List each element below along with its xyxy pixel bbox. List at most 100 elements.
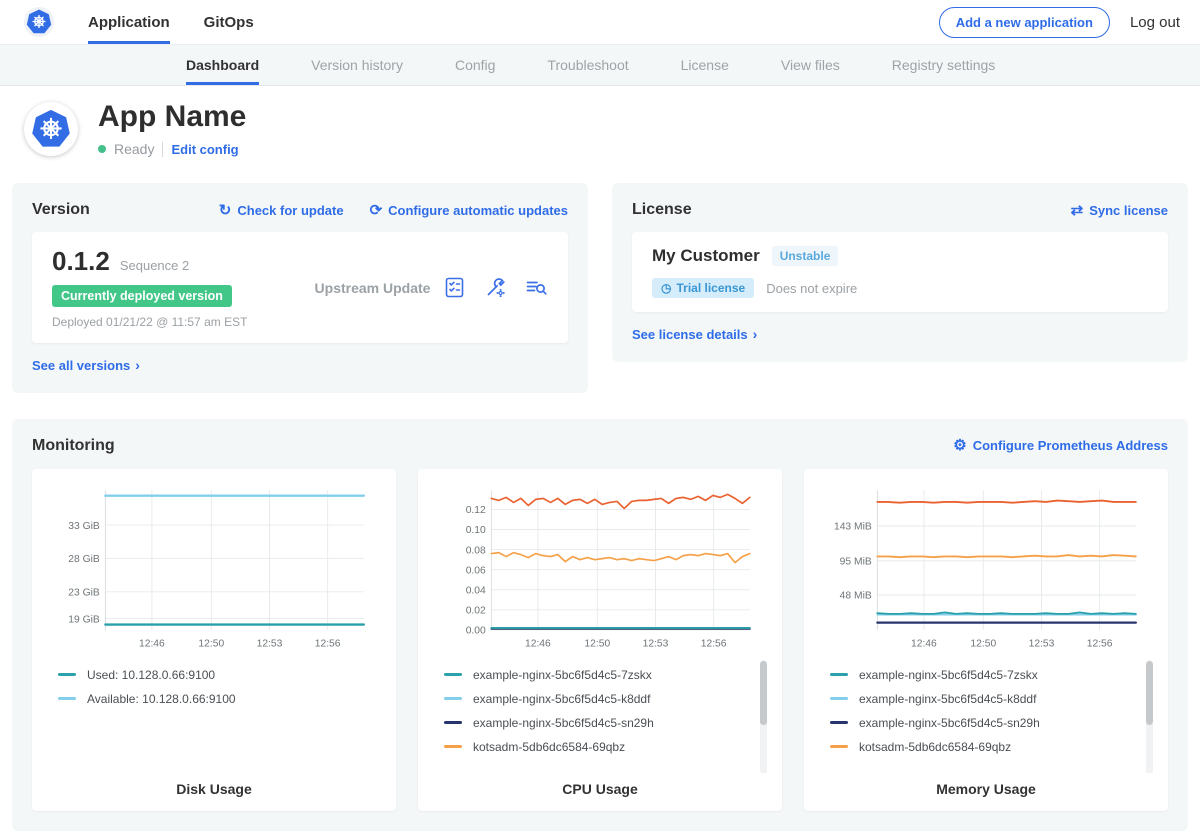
- current-version-card: 0.1.2 Sequence 2 Currently deployed vers…: [32, 232, 568, 343]
- app-avatar: [24, 102, 78, 156]
- sub-nav-tab-dashboard[interactable]: Dashboard: [186, 45, 259, 85]
- chart-title: Memory Usage: [816, 773, 1156, 811]
- legend-label: example-nginx-5bc6f5d4c5-sn29h: [859, 716, 1040, 730]
- legend-item: Available: 10.128.0.66:9100: [58, 692, 384, 706]
- see-all-versions-label: See all versions: [32, 358, 130, 373]
- status-badge: Ready: [114, 141, 154, 157]
- svg-text:33 GiB: 33 GiB: [68, 520, 100, 531]
- svg-text:12:56: 12:56: [1087, 638, 1113, 649]
- sync-license-link[interactable]: ⇄ Sync license: [1071, 203, 1168, 218]
- sub-nav: Dashboard Version history Config Troublesho…: [0, 44, 1200, 86]
- gear-icon: ⚙: [953, 438, 966, 453]
- legend-scrollbar-thumb[interactable]: [1146, 661, 1153, 725]
- legend-scrollbar[interactable]: [1146, 660, 1153, 773]
- preflight-checklist-icon[interactable]: [443, 276, 466, 299]
- svg-text:12:50: 12:50: [970, 638, 996, 649]
- refresh-icon: ↻: [219, 203, 232, 218]
- chevron-right-icon: ›: [753, 326, 758, 342]
- see-license-details-label: See license details: [632, 327, 748, 342]
- configure-prometheus-label: Configure Prometheus Address: [973, 438, 1168, 453]
- view-logs-icon[interactable]: [525, 276, 548, 299]
- trial-license-label: Trial license: [676, 281, 745, 295]
- svg-text:12:56: 12:56: [315, 638, 341, 649]
- svg-text:0.04: 0.04: [466, 585, 486, 596]
- configure-auto-updates-label: Configure automatic updates: [388, 203, 568, 218]
- version-panel: Version ↻ Check for update ⟳ Configure a…: [12, 183, 588, 393]
- trial-license-badge: ◷ Trial license: [652, 278, 754, 298]
- kubernetes-app-icon: [29, 107, 73, 151]
- legend-item: example-nginx-5bc6f5d4c5-7zskx: [830, 668, 1156, 682]
- legend-scrollbar-thumb[interactable]: [760, 661, 767, 725]
- legend-swatch-icon: [830, 745, 848, 748]
- add-application-button[interactable]: Add a new application: [939, 7, 1110, 38]
- edit-config-link[interactable]: Edit config: [171, 142, 238, 157]
- top-nav-tabs: Application GitOps: [88, 0, 288, 44]
- legend-swatch-icon: [58, 697, 76, 700]
- logout-button[interactable]: Log out: [1130, 14, 1180, 31]
- svg-text:28 GiB: 28 GiB: [68, 554, 100, 565]
- svg-text:12:46: 12:46: [911, 638, 937, 649]
- sub-nav-tab-license[interactable]: License: [681, 45, 729, 85]
- memory-usage-chart: 12:4612:5012:5312:5648 MiB95 MiB143 MiB: [816, 481, 1156, 654]
- configure-prometheus-link[interactable]: ⚙ Configure Prometheus Address: [953, 438, 1168, 453]
- configure-auto-updates-link[interactable]: ⟳ Configure automatic updates: [370, 203, 568, 218]
- divider: [162, 142, 163, 157]
- monitoring-heading: Monitoring: [32, 437, 115, 455]
- clock-refresh-icon: ⟳: [370, 203, 383, 218]
- legend-label: kotsadm-5db6dc6584-69qbz: [473, 740, 625, 754]
- sub-nav-tab-view-files[interactable]: View files: [781, 45, 840, 85]
- legend-item: kotsadm-5db6dc6584-69qbz: [830, 740, 1156, 754]
- svg-text:0.02: 0.02: [466, 605, 486, 616]
- sub-nav-tab-config[interactable]: Config: [455, 45, 495, 85]
- legend-label: example-nginx-5bc6f5d4c5-sn29h: [473, 716, 654, 730]
- legend-item: example-nginx-5bc6f5d4c5-sn29h: [444, 716, 770, 730]
- memory-usage-card: 12:4612:5012:5312:5648 MiB95 MiB143 MiB …: [804, 469, 1168, 811]
- svg-text:12:46: 12:46: [525, 638, 551, 649]
- sequence-label: Sequence 2: [120, 258, 189, 273]
- legend-label: example-nginx-5bc6f5d4c5-k8ddf: [473, 692, 650, 706]
- see-license-details-link[interactable]: See license details ›: [632, 326, 757, 342]
- svg-text:23 GiB: 23 GiB: [68, 587, 100, 598]
- config-wrench-icon[interactable]: [484, 276, 507, 299]
- deployed-badge: Currently deployed version: [52, 285, 232, 307]
- cpu-usage-chart: 12:4612:5012:5312:560.000.020.040.060.08…: [430, 481, 770, 654]
- disk-usage-legend: Used: 10.128.0.66:9100Available: 10.128.…: [44, 658, 384, 773]
- sync-license-label: Sync license: [1089, 203, 1168, 218]
- license-heading: License: [632, 201, 692, 219]
- legend-swatch-icon: [444, 673, 462, 676]
- legend-item: example-nginx-5bc6f5d4c5-k8ddf: [830, 692, 1156, 706]
- sub-nav-tab-troubleshoot[interactable]: Troubleshoot: [547, 45, 628, 85]
- top-nav-tab-application[interactable]: Application: [88, 0, 170, 44]
- license-panel: License ⇄ Sync license My Customer Unsta…: [612, 183, 1188, 362]
- sub-nav-tab-registry-settings[interactable]: Registry settings: [892, 45, 995, 85]
- legend-item: example-nginx-5bc6f5d4c5-7zskx: [444, 668, 770, 682]
- svg-text:12:56: 12:56: [701, 638, 727, 649]
- svg-text:0.06: 0.06: [466, 565, 486, 576]
- svg-text:0.10: 0.10: [466, 525, 486, 536]
- legend-scrollbar[interactable]: [760, 660, 767, 773]
- legend-swatch-icon: [830, 673, 848, 676]
- svg-text:12:46: 12:46: [139, 638, 165, 649]
- disk-usage-card: 12:4612:5012:5312:5619 GiB23 GiB28 GiB33…: [32, 469, 396, 811]
- svg-text:48 MiB: 48 MiB: [840, 590, 872, 601]
- legend-label: example-nginx-5bc6f5d4c5-7zskx: [473, 668, 652, 682]
- legend-item: example-nginx-5bc6f5d4c5-k8ddf: [444, 692, 770, 706]
- top-nav-tab-gitops[interactable]: GitOps: [204, 0, 254, 44]
- disk-usage-chart: 12:4612:5012:5312:5619 GiB23 GiB28 GiB33…: [44, 481, 384, 654]
- legend-swatch-icon: [830, 697, 848, 700]
- charts-row: 12:4612:5012:5312:5619 GiB23 GiB28 GiB33…: [32, 469, 1168, 811]
- svg-text:12:50: 12:50: [584, 638, 610, 649]
- sub-nav-tab-version-history[interactable]: Version history: [311, 45, 403, 85]
- top-nav-spacer: [288, 0, 939, 44]
- cpu-usage-card: 12:4612:5012:5312:560.000.020.040.060.08…: [418, 469, 782, 811]
- legend-swatch-icon: [830, 721, 848, 724]
- cards-row: Version ↻ Check for update ⟳ Configure a…: [12, 183, 1188, 393]
- channel-badge: Unstable: [772, 246, 839, 266]
- see-all-versions-link[interactable]: See all versions ›: [32, 357, 140, 373]
- svg-text:95 MiB: 95 MiB: [840, 556, 872, 567]
- check-for-update-link[interactable]: ↻ Check for update: [219, 203, 344, 218]
- svg-text:0.08: 0.08: [466, 545, 486, 556]
- legend-swatch-icon: [58, 673, 76, 676]
- customer-name: My Customer: [652, 246, 760, 266]
- status-dot-icon: [98, 145, 106, 153]
